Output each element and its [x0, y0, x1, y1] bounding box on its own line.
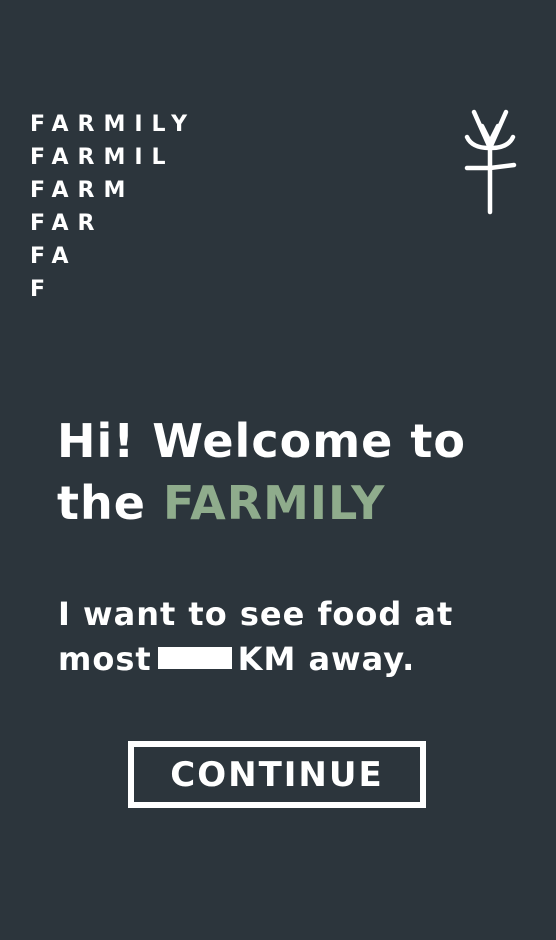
wordmark-line: FA [30, 244, 78, 269]
welcome-line2-prefix: the [57, 476, 146, 530]
welcome-brand-name: FARMILY [162, 476, 386, 530]
wordmark-line: FAR [30, 211, 104, 236]
wordmark-line: FARMIL [30, 145, 175, 170]
distance-prompt: I want to see food at most KM away. [58, 592, 538, 682]
farmily-wordmark-stack: FARMILY FARMIL FARM FAR FA F [30, 108, 196, 306]
wordmark-line: FARM [30, 178, 135, 203]
distance-prompt-suffix: KM away. [237, 640, 416, 678]
welcome-line1: Hi! Welcome to [57, 414, 466, 468]
wheat-sprout-icon [464, 109, 517, 215]
welcome-headline: Hi! Welcome to the FARMILY [57, 410, 537, 534]
distance-km-input[interactable] [157, 647, 232, 669]
wordmark-line: F [30, 277, 55, 302]
distance-prompt-line1: I want to see food at [58, 595, 454, 633]
distance-prompt-prefix: most [58, 640, 152, 678]
wordmark-line: FARMILY [30, 112, 197, 137]
continue-button[interactable]: CONTINUE [128, 741, 426, 808]
